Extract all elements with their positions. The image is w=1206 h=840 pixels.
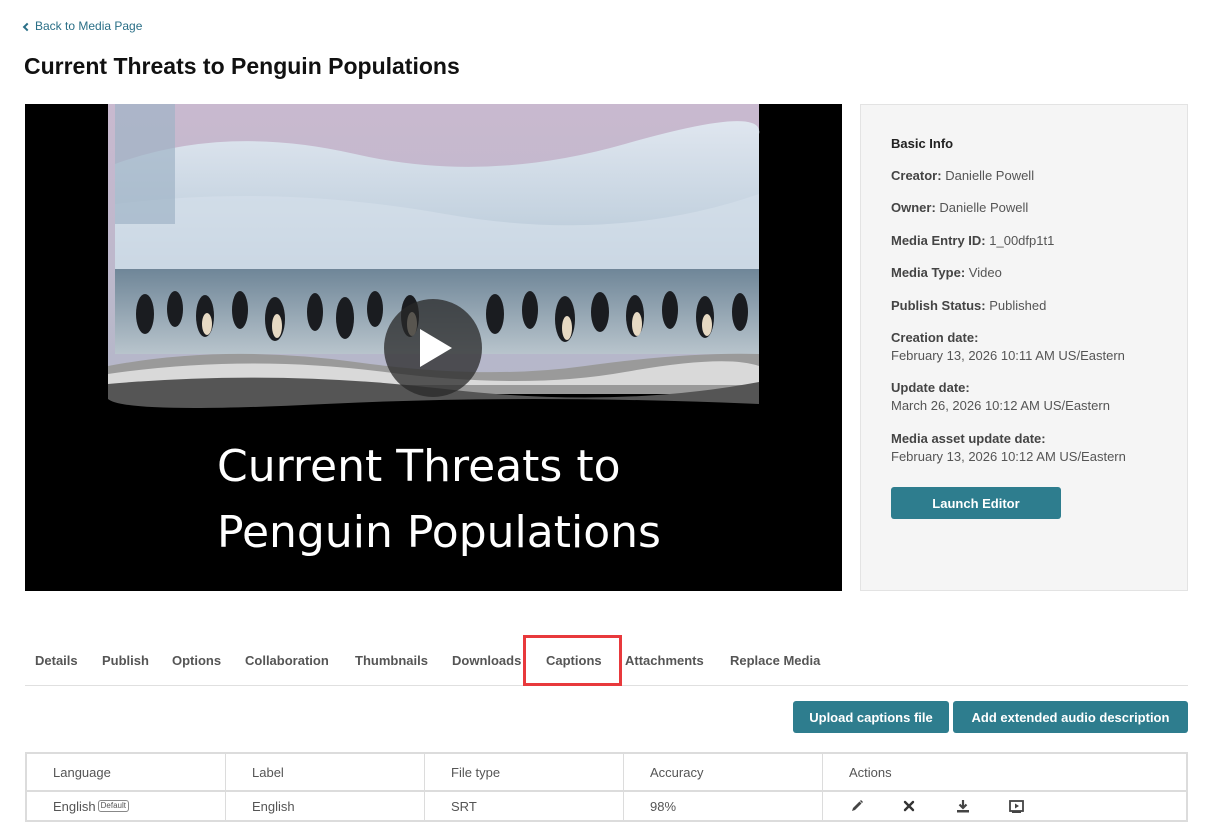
column-header-language: Language (27, 754, 226, 790)
cell-label: English (226, 792, 425, 820)
captions-table: Language Label File type Accuracy Action… (25, 752, 1188, 822)
creation-date-label: Creation date: (891, 330, 979, 345)
creation-date-row: Creation date: February 13, 2026 10:11 A… (891, 329, 1125, 365)
asset-update-date-label: Media asset update date: (891, 431, 1046, 446)
publish-status-value: Published (989, 298, 1047, 313)
chevron-left-icon (22, 22, 32, 31)
download-caption-button[interactable] (956, 799, 1009, 813)
tab-collaboration[interactable]: Collaboration (245, 653, 329, 668)
column-header-actions: Actions (849, 764, 892, 780)
creator-label: Creator: (891, 168, 942, 183)
tab-replace-media[interactable]: Replace Media (730, 653, 820, 668)
entry-id-value: 1_00dfp1t1 (989, 233, 1055, 248)
page-title: Current Threats to Penguin Populations (24, 53, 460, 79)
basic-info-heading: Basic Info (891, 136, 954, 151)
play-button[interactable] (384, 299, 482, 397)
download-icon (957, 800, 969, 813)
captions-tab-highlight (523, 635, 622, 686)
entry-id-label: Media Entry ID: (891, 233, 986, 248)
table-header-row: Language Label File type Accuracy Action… (27, 754, 1186, 792)
table-row: English Default English SRT 98% (27, 792, 1186, 822)
tab-downloads[interactable]: Downloads (452, 653, 521, 668)
asset-update-date-value: February 13, 2026 10:12 AM US/Eastern (891, 449, 1126, 464)
creator-value: Danielle Powell (945, 168, 1035, 183)
add-audio-description-button[interactable]: Add extended audio description (953, 701, 1188, 733)
entry-id-row: Media Entry ID: 1_00dfp1t1 (891, 232, 1054, 250)
publish-status-label: Publish Status: (891, 298, 986, 313)
preview-icon (1009, 799, 1024, 813)
cell-accuracy: 98% (624, 792, 823, 820)
owner-row: Owner: Danielle Powell (891, 199, 1028, 217)
update-date-row: Update date: March 26, 2026 10:12 AM US/… (891, 379, 1110, 415)
tab-thumbnails[interactable]: Thumbnails (355, 653, 428, 668)
upload-captions-button[interactable]: Upload captions file (793, 701, 949, 733)
media-type-label: Media Type: (891, 265, 966, 280)
video-title-line-1: Current Threats to (217, 441, 621, 492)
default-badge: Default (97, 800, 129, 812)
edit-icon (852, 800, 863, 811)
video-title-overlay: Current Threats to Penguin Populations (217, 434, 661, 566)
column-header-label: Label (226, 754, 425, 790)
tab-details[interactable]: Details (35, 653, 78, 668)
asset-update-date-row: Media asset update date: February 13, 20… (891, 430, 1126, 466)
owner-value: Danielle Powell (939, 200, 1029, 215)
creator-row: Creator: Danielle Powell (891, 167, 1034, 185)
column-header-file-type: File type (425, 754, 624, 790)
video-player[interactable]: Current Threats to Penguin Populations (25, 104, 842, 591)
back-link-label: Back to Media Page (35, 19, 143, 33)
play-icon (420, 329, 452, 367)
edit-caption-button[interactable] (850, 799, 903, 813)
media-type-row: Media Type: Video (891, 264, 1002, 282)
update-date-value: March 26, 2026 10:12 AM US/Eastern (891, 398, 1110, 413)
tab-attachments[interactable]: Attachments (625, 653, 704, 668)
publish-status-row: Publish Status: Published (891, 297, 1046, 315)
back-to-media-link[interactable]: Back to Media Page (22, 19, 143, 33)
basic-info-panel: Basic Info Creator: Danielle Powell Owne… (860, 104, 1188, 591)
video-title-line-2: Penguin Populations (217, 507, 661, 558)
delete-caption-button[interactable] (903, 800, 956, 812)
delete-icon (903, 800, 915, 812)
language-value: English (53, 798, 96, 814)
update-date-label: Update date: (891, 380, 970, 395)
creation-date-value: February 13, 2026 10:11 AM US/Eastern (891, 348, 1125, 363)
media-type-value: Video (968, 265, 1002, 280)
cell-file-type: SRT (425, 792, 624, 820)
cell-actions (823, 792, 1186, 820)
tab-publish[interactable]: Publish (102, 653, 149, 668)
preview-caption-button[interactable] (1009, 799, 1062, 813)
tab-options[interactable]: Options (172, 653, 221, 668)
cell-language: English Default (27, 792, 226, 820)
column-header-accuracy: Accuracy (624, 754, 823, 790)
owner-label: Owner: (891, 200, 936, 215)
launch-editor-button[interactable]: Launch Editor (891, 487, 1061, 519)
